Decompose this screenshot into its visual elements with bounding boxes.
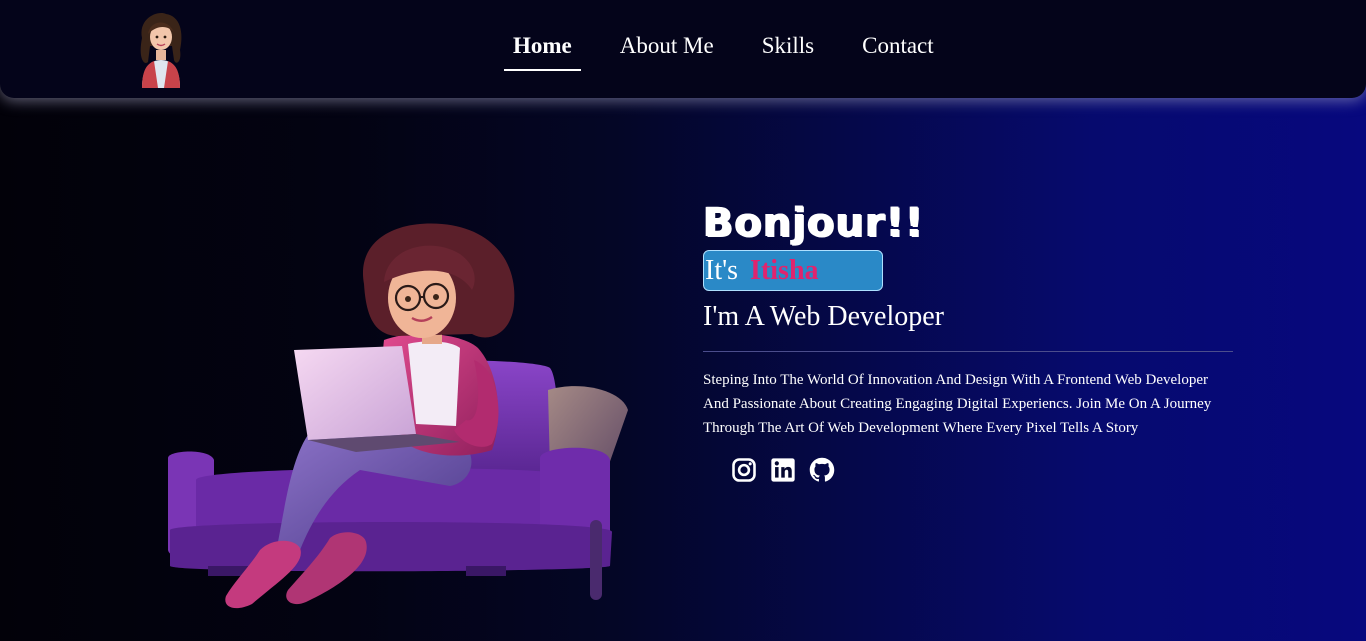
linkedin-icon[interactable] [769,456,797,484]
intro-name-box: It's Itisha [703,250,883,291]
intro-prefix: It's [705,254,739,286]
nav-menu: Home About Me Skills Contact [504,30,973,71]
logo-avatar[interactable] [132,10,188,88]
nav-link-contact[interactable]: Contact [853,30,943,69]
navbar: Home About Me Skills Contact [0,0,1366,98]
nav-link-about[interactable]: About Me [611,30,723,69]
hero-content: Bonjour!! It's Itisha I'm A Web Develope… [703,196,1233,484]
intro-name: Itisha [750,254,819,286]
instagram-icon[interactable] [730,456,758,484]
greeting-heading: Bonjour!! [703,200,925,246]
nav-link-skills[interactable]: Skills [753,30,823,69]
nav-link-home[interactable]: Home [504,30,581,71]
social-links [730,456,1233,484]
github-icon[interactable] [808,456,836,484]
divider [703,351,1233,352]
hero-illustration [160,220,640,620]
role-subtitle: I'm A Web Developer [703,301,944,332]
bio-paragraph: Steping Into The World Of Innovation And… [703,372,1212,436]
